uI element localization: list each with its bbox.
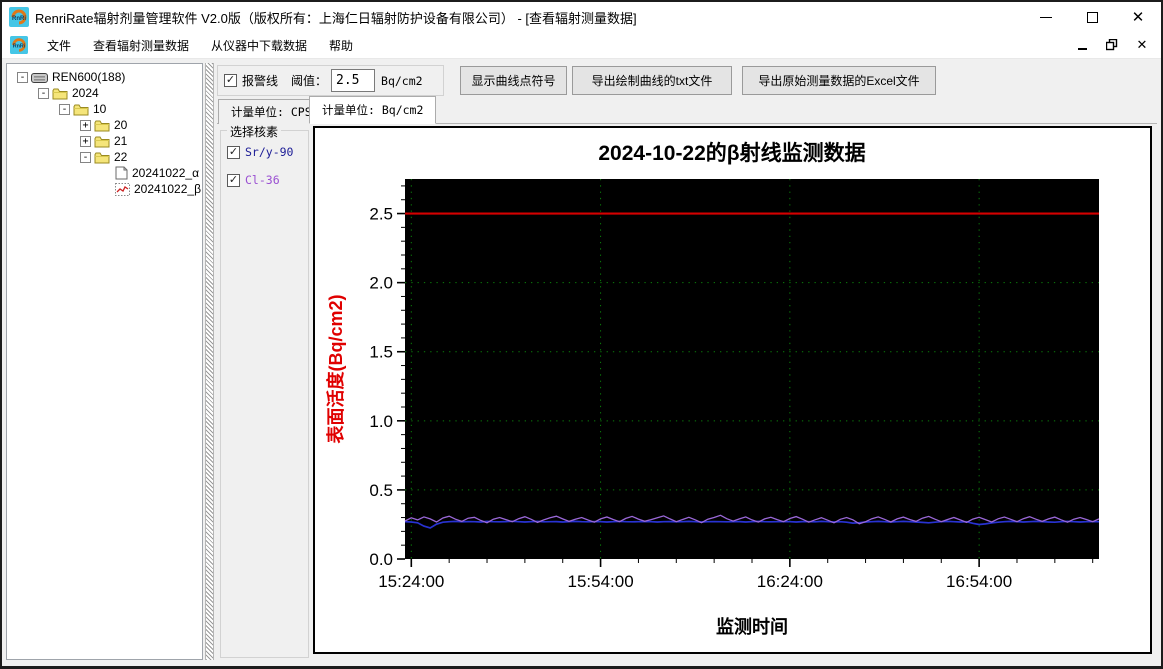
tree-item-folder-20[interactable]: +20 xyxy=(7,117,202,133)
x-tick-label: 16:54:00 xyxy=(946,572,1012,591)
monitoring-chart: 0.0 0.5 1.0 1.5 2.0 2.5 15:24:00 15:54:00 16:24:… xyxy=(325,141,1100,637)
tree-item-label: 21 xyxy=(114,134,128,148)
child-minimize-button[interactable] xyxy=(1075,38,1089,52)
y-axis-title: 表面活度(Bq/cm2) xyxy=(325,294,346,443)
plot-area xyxy=(405,179,1099,559)
svg-text:RnRi: RnRi xyxy=(12,16,26,22)
chart-icon xyxy=(115,182,130,196)
folder-icon xyxy=(94,119,110,132)
app-logo-icon: RnRi xyxy=(9,7,29,27)
child-close-icon: ✕ xyxy=(1136,37,1148,52)
child-restore-button[interactable] xyxy=(1105,38,1119,52)
tree-item-label: 2024 xyxy=(72,86,99,100)
y-tick-label: 0.0 xyxy=(369,550,393,569)
nuclide-label-cl-36: Cl-36 xyxy=(245,173,280,187)
app-window: RnRi RenriRate辐射剂量管理软件 V2.0版（版权所有：上海仁日辐射… xyxy=(0,0,1163,669)
menu-item-view-radiation-data[interactable]: 查看辐射测量数据 xyxy=(82,32,200,59)
nuclide-item-cl-36[interactable]: ✓ Cl-36 xyxy=(227,173,308,187)
y-tick-label: 0.5 xyxy=(369,481,393,500)
collapse-icon[interactable]: - xyxy=(59,103,70,115)
unit-tabstrip: 计量单位: CPS 计量单位: Bq/cm2 xyxy=(217,96,1157,124)
nuclide-selector-title: 选择核素 xyxy=(227,123,282,140)
chart-container: 0.0 0.5 1.0 1.5 2.0 2.5 15:24:00 15:54:00 16:24:… xyxy=(313,126,1152,654)
minimize-button[interactable] xyxy=(1023,2,1069,32)
menu-bar: RnRi 文件 查看辐射测量数据 从仪器中下载数据 帮助 ✕ xyxy=(2,32,1161,59)
close-button[interactable]: ✕ xyxy=(1115,2,1161,32)
menu-item-help[interactable]: 帮助 xyxy=(318,32,364,59)
tree-item-label: 20 xyxy=(114,118,128,132)
maximize-icon xyxy=(1086,11,1098,23)
child-minimize-icon xyxy=(1077,47,1087,50)
alarm-line-checkbox[interactable]: ✓ xyxy=(224,74,237,87)
collapse-icon[interactable]: - xyxy=(38,87,49,99)
tree-item-label: 20241022_α xyxy=(132,166,200,180)
nuclide-checkbox-sr-y-90[interactable]: ✓ xyxy=(227,145,240,159)
child-restore-icon xyxy=(1106,39,1118,51)
maximize-button[interactable] xyxy=(1069,2,1115,32)
y-tick-label: 1.0 xyxy=(369,412,393,431)
child-close-button[interactable]: ✕ xyxy=(1135,37,1149,52)
document-logo-icon: RnRi xyxy=(10,36,28,54)
tree-item-label: 10 xyxy=(93,102,107,116)
export-txt-button[interactable]: 导出绘制曲线的txt文件 xyxy=(572,66,732,95)
device-icon xyxy=(31,71,48,84)
menu-item-file[interactable]: 文件 xyxy=(36,32,82,59)
tree-item-folder-2024[interactable]: - 2024 xyxy=(7,85,202,101)
x-tick-label: 15:54:00 xyxy=(567,572,633,591)
folder-icon xyxy=(94,135,110,148)
menu-items: 文件 查看辐射测量数据 从仪器中下载数据 帮助 xyxy=(36,32,364,59)
alarm-line-group: ✓ 报警线 阈值： Bq/cm2 xyxy=(217,65,444,96)
collapse-icon[interactable]: - xyxy=(80,151,91,163)
folder-icon xyxy=(73,103,89,116)
tree-item-label: 22 xyxy=(114,150,128,164)
tab-unit-bqcm2[interactable]: 计量单位: Bq/cm2 xyxy=(309,96,437,124)
folder-icon xyxy=(94,151,110,164)
main-panel: ✓ 报警线 阈值： Bq/cm2 显示曲线点符号 导出绘制曲线的txt文件 导出… xyxy=(215,59,1159,666)
nuclide-item-sr-y-90[interactable]: ✓ Sr/y-90 xyxy=(227,145,308,159)
x-tick-label: 16:24:00 xyxy=(757,572,823,591)
tree-item-ren600-188[interactable]: - REN600(188) xyxy=(7,69,202,85)
folder-icon xyxy=(52,87,68,100)
collapse-icon[interactable]: - xyxy=(17,71,28,83)
close-icon: ✕ xyxy=(1131,8,1145,26)
tree-item-folder-10[interactable]: - 10 xyxy=(7,101,202,117)
tab-unit-bqcm2-label: 计量单位: Bq/cm2 xyxy=(322,103,424,117)
x-axis-title: 监测时间 xyxy=(716,616,788,637)
tree-item-label: 20241022_β xyxy=(134,182,201,196)
alarm-line-label: 报警线 xyxy=(242,74,279,88)
x-tick-label: 15:24:00 xyxy=(378,572,444,591)
expand-icon[interactable]: + xyxy=(80,135,91,147)
window-title: RenriRate辐射剂量管理软件 V2.0版（版权所有：上海仁日辐射防护设备有… xyxy=(35,10,637,26)
expand-icon[interactable]: + xyxy=(80,119,91,131)
export-excel-button[interactable]: 导出原始测量数据的Excel文件 xyxy=(742,66,936,95)
threshold-input[interactable] xyxy=(331,69,376,92)
minimize-icon xyxy=(1040,16,1052,18)
tree-item-file-20241022-beta[interactable]: 20241022_β xyxy=(7,181,202,197)
tree-item-folder-21[interactable]: +21 xyxy=(7,133,202,149)
tree-item-file-20241022-alpha[interactable]: 20241022_α xyxy=(7,165,202,181)
y-tick-label: 2.0 xyxy=(369,274,393,293)
tree-item-folder-22[interactable]: - 22 xyxy=(7,149,202,165)
doc-icon xyxy=(115,166,128,180)
tab-unit-cps-label: 计量单位: CPS xyxy=(231,105,312,119)
svg-text:RnRi: RnRi xyxy=(13,44,26,50)
chart-title: 2024-10-22的β射线监测数据 xyxy=(598,141,865,165)
threshold-label: 阈值： xyxy=(291,74,328,88)
tree-item-label: REN600(188) xyxy=(52,70,126,84)
nuclide-checkbox-cl-36[interactable]: ✓ xyxy=(227,173,240,187)
y-tick-label: 2.5 xyxy=(369,205,393,224)
menu-item-download-from-device[interactable]: 从仪器中下载数据 xyxy=(200,32,318,59)
y-tick-label: 1.5 xyxy=(369,343,393,362)
threshold-unit: Bq/cm2 xyxy=(381,73,423,88)
title-bar: RnRi RenriRate辐射剂量管理软件 V2.0版（版权所有：上海仁日辐射… xyxy=(2,2,1161,32)
nuclide-label-sr-y-90: Sr/y-90 xyxy=(245,145,294,159)
session-tree: - REN600(188) -2024-10 +20 +21-22 20241022_α 2… xyxy=(6,63,203,660)
panel-splitter[interactable] xyxy=(205,63,214,660)
nuclide-selector: 选择核素 ✓ Sr/y-90 ✓ Cl-36 xyxy=(220,123,309,658)
show-curve-points-button[interactable]: 显示曲线点符号 xyxy=(460,66,567,95)
